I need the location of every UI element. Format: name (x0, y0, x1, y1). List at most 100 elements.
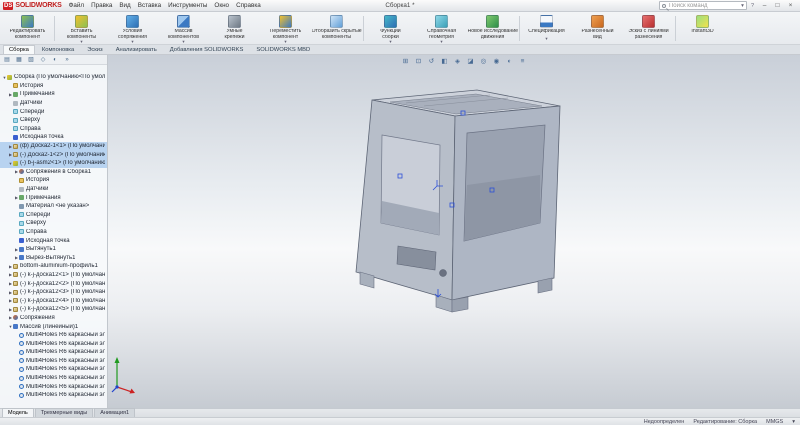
ribbon-button-label: Условия (123, 29, 143, 34)
ribbon-button-instant3d[interactable]: Instant3D (677, 13, 728, 44)
tree-row[interactable]: ▶ (-) Доска2-1<2> (По умолчанию<<По ум (0, 150, 107, 159)
minimize-button[interactable]: – (758, 0, 771, 11)
tree-row[interactable]: Сверху (0, 116, 107, 125)
tree-row[interactable]: ▶ (-) k-j-доска12<4> (По умолчанию<<По (0, 296, 107, 305)
panel-overflow-icon[interactable]: » (62, 55, 72, 64)
tree-row[interactable]: ▶ Примечания (0, 90, 107, 99)
tree-row[interactable]: Multi4Holes R6 каркасный эл-т 04<3> (0, 348, 107, 357)
apply-scene-icon[interactable]: ◐ (504, 56, 515, 66)
mates-icon (13, 315, 18, 320)
edit-appearance-icon[interactable]: ◉ (491, 56, 502, 66)
menu-item[interactable]: Инструменты (168, 2, 207, 9)
tree-row[interactable]: Спереди (0, 211, 107, 220)
display-manager-tab-icon[interactable]: ◐ (50, 55, 60, 64)
tree-row[interactable]: Multi4Holes R6 каркасный эл-т 04<1> (0, 331, 107, 340)
menu-item[interactable]: Справка (236, 2, 261, 9)
tree-row[interactable]: Исходная точка (0, 236, 107, 245)
view-orientation-icon[interactable]: ◈ (452, 56, 463, 66)
ribbon-tab-4[interactable]: Добавления SOLIDWORKS (164, 45, 250, 54)
ribbon-button-bom[interactable]: Спецификация ▾ (521, 13, 572, 44)
ribbon-tab-5[interactable]: SOLIDWORKS MBD (250, 45, 316, 54)
view-settings-icon[interactable]: ≡ (517, 56, 528, 66)
tree-row[interactable]: Исходная точка (0, 133, 107, 142)
ribbon-button-insert-components[interactable]: Вставить компоненты ▾ (56, 13, 107, 44)
zoom-fit-icon[interactable]: ⊞ (400, 56, 411, 66)
menu-item[interactable]: Окно (214, 2, 229, 9)
ribbon-tab-0[interactable]: Сборка (3, 45, 35, 54)
tree-row[interactable]: ▶ Сопряжения в Сборка1 (0, 168, 107, 177)
document-view-tab[interactable]: Трехмерные виды (35, 408, 93, 417)
menu-item[interactable]: Вставка (138, 2, 161, 9)
menu-item[interactable]: Вид (119, 2, 130, 9)
feature-manager-tab-icon[interactable]: ▤ (2, 55, 12, 64)
configuration-manager-tab-icon[interactable]: ▧ (26, 55, 36, 64)
hide-show-items-icon[interactable]: ◎ (478, 56, 489, 66)
search-chevron-icon[interactable]: ▾ (741, 3, 744, 9)
tree-row[interactable]: ▼ Массив (Линейный)1 (0, 322, 107, 331)
tree-row[interactable]: Материал <не указан> (0, 202, 107, 211)
plane-icon (13, 109, 18, 114)
document-view-tab[interactable]: Модель (2, 408, 34, 417)
tree-row[interactable]: Спереди (0, 107, 107, 116)
tree-row[interactable]: ▼ Сборка (По умолчанию<По умолчанию_Сост (0, 73, 107, 82)
tree-row[interactable]: Справа (0, 228, 107, 237)
close-button[interactable]: × (784, 0, 797, 11)
tree-row[interactable]: Multi4Holes R6 каркасный эл-т 04<7> (0, 382, 107, 391)
ribbon-button-show-hidden[interactable]: Отобразить скрытые компоненты (311, 13, 362, 44)
tree-row[interactable]: ▶ Сопряжения (0, 314, 107, 323)
section-view-icon[interactable]: ◧ (439, 56, 450, 66)
previous-view-icon[interactable]: ↺ (426, 56, 437, 66)
tree-row[interactable]: ▶ Примечания (0, 193, 107, 202)
tree-row[interactable]: ▶ (ф) Доска2-1<1> (По умолчанию<<По ум (0, 142, 107, 151)
ribbon-button-explode-sketch[interactable]: Эскиз с линиями разнесения (623, 13, 674, 44)
tree-row[interactable]: ▶ (-) k-j-доска12<3> (По умолчанию<<По (0, 288, 107, 297)
ribbon-button-edit-component[interactable]: Редактировать компонент (2, 13, 53, 44)
tree-row[interactable]: Multi4Holes R6 каркасный эл-т 04<6> (0, 374, 107, 383)
ribbon-tab-2[interactable]: Эскиз (81, 45, 109, 54)
menu-item[interactable]: Файл (69, 2, 84, 9)
ribbon-button-move[interactable]: Переместить компонент ▾ (260, 13, 311, 44)
tree-row[interactable]: ▶ (-) k-j-доска12<1> (По умолчанию<<По (0, 271, 107, 280)
tree-row[interactable]: Multi4Holes R6 каркасный эл-т 04<8> (0, 391, 107, 400)
printer-frame-model[interactable] (340, 83, 575, 318)
ribbon-button-pattern[interactable]: Массив компонентов ▾ (158, 13, 209, 44)
document-view-tab[interactable]: Анимация1 (94, 408, 135, 417)
maximize-button[interactable]: □ (771, 0, 784, 11)
help-button[interactable]: ? (751, 3, 754, 9)
command-search-input[interactable]: Поиск команд ▾ (659, 1, 747, 10)
tree-item-label: Multi4Holes R6 каркасный эл-т 04<2> (26, 341, 105, 347)
tree-row[interactable]: ▼ (-) b-j-asm2<1> (По умолчанию<По умол (0, 159, 107, 168)
display-style-icon[interactable]: ◪ (465, 56, 476, 66)
mate-icon (19, 333, 24, 338)
tree-row[interactable]: История (0, 176, 107, 185)
tree-row[interactable]: ▶ Вытянуть1 (0, 245, 107, 254)
tree-row[interactable]: Справа (0, 125, 107, 134)
tree-row[interactable]: История (0, 82, 107, 91)
tree-row[interactable]: Multi4Holes R6 каркасный эл-т 04<4> (0, 357, 107, 366)
ribbon-button-exploded-view[interactable]: Разнесенный вид (572, 13, 623, 44)
tree-row[interactable]: Датчики (0, 185, 107, 194)
ribbon-tab-1[interactable]: Компоновка (36, 45, 80, 54)
property-manager-tab-icon[interactable]: ▦ (14, 55, 24, 64)
ribbon-button-motion-study[interactable]: Новое исследование движения (467, 13, 518, 44)
tree-row[interactable]: Сверху (0, 219, 107, 228)
tree-row[interactable]: ▶ (-) k-j-доска12<5> (По умолчанию<<По (0, 305, 107, 314)
tree-row[interactable]: ▶ Вырез-Вытянуть1 (0, 253, 107, 262)
ribbon-button-mate[interactable]: Условия сопряжения ▾ (107, 13, 158, 44)
graphics-viewport[interactable]: ⊞⊡↺◧◈◪◎◉◐≡ (0, 55, 800, 408)
ribbon-button-fasteners[interactable]: Умные крепежи (209, 13, 260, 44)
menu-item[interactable]: Правка (91, 2, 112, 9)
tree-row[interactable]: Multi4Holes R6 каркасный эл-т 04<2> (0, 339, 107, 348)
pattern-icon (177, 15, 190, 28)
ribbon-tab-3[interactable]: Анализировать (110, 45, 163, 54)
dimxpert-manager-tab-icon[interactable]: ◇ (38, 55, 48, 64)
ribbon-button-assembly-features[interactable]: Функции сборки ▾ (365, 13, 416, 44)
origin-icon (19, 238, 24, 243)
tree-row[interactable]: Multi4Holes R6 каркасный эл-т 04<5> (0, 365, 107, 374)
tree-row[interactable]: ▶ bottom-aluminium-профиль1 (0, 262, 107, 271)
ribbon-group-separator (675, 16, 676, 41)
tree-row[interactable]: ▶ (-) k-j-доска12<2> (По умолчанию<<По (0, 279, 107, 288)
ribbon-button-reference-geometry[interactable]: Справочная геометрия ▾ (416, 13, 467, 44)
tree-row[interactable]: Датчики (0, 99, 107, 108)
zoom-area-icon[interactable]: ⊡ (413, 56, 424, 66)
